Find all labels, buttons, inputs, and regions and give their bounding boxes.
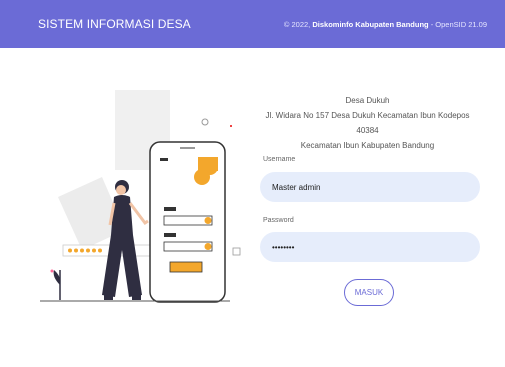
- app-title: SISTEM INFORMASI DESA: [38, 17, 191, 31]
- version-text: - OpenSID 21.09: [430, 19, 487, 29]
- copyright-prefix: © 2022,: [283, 19, 311, 29]
- username-label: Username: [263, 156, 296, 163]
- village-name: Desa Dukuh: [345, 96, 390, 105]
- copyright-text: © 2022, Diskominfo Kabupaten Bandung - O…: [284, 20, 487, 29]
- password-input[interactable]: [260, 232, 480, 262]
- login-button[interactable]: MASUK: [344, 279, 394, 306]
- top-navbar: SISTEM INFORMASI DESA © 2022, Diskominfo…: [0, 0, 505, 48]
- village-address: Jl. Widara No 157 Desa Dukuh Kecamatan I…: [265, 111, 470, 135]
- username-input[interactable]: [260, 172, 480, 202]
- password-label: Password: [263, 217, 294, 224]
- village-region: Kecamatan Ibun Kabupaten Bandung: [300, 141, 435, 150]
- village-info: Desa Dukuh Jl. Widara No 157 Desa Dukuh …: [255, 93, 480, 153]
- login-illustration: [40, 90, 241, 303]
- org-link[interactable]: Diskominfo Kabupaten Bandung: [312, 20, 428, 29]
